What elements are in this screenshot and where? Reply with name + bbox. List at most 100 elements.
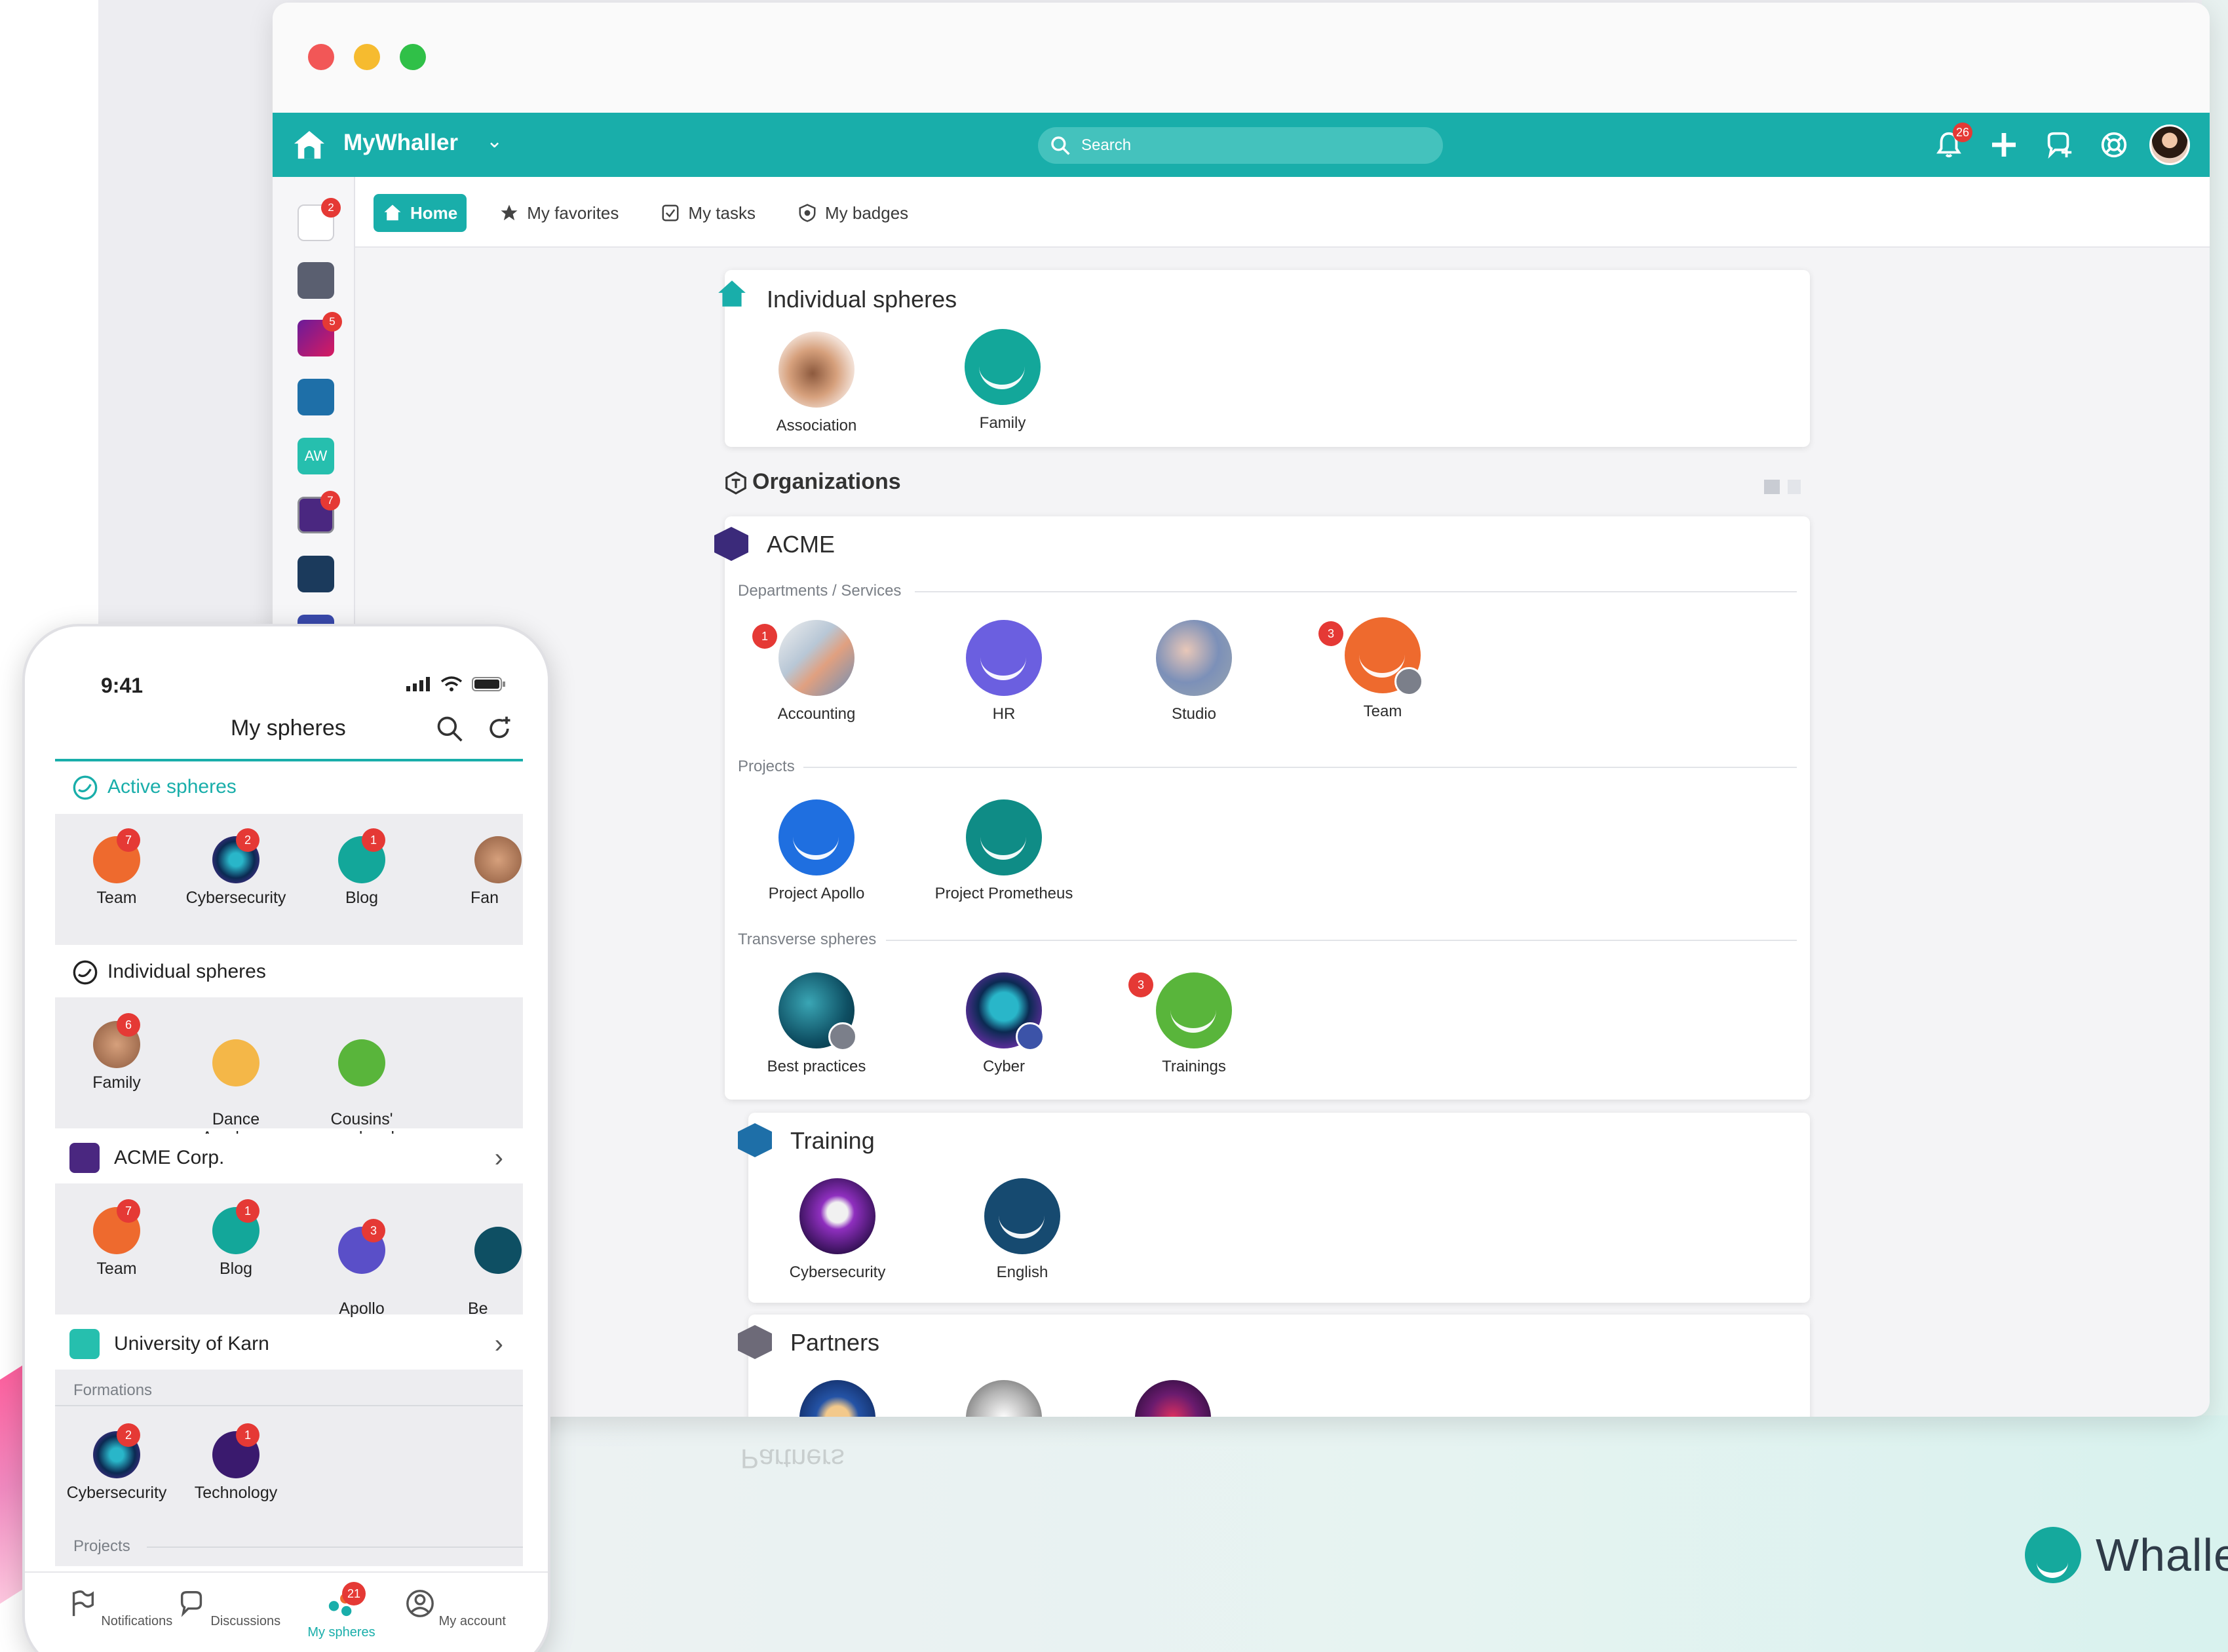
minimize-window-button[interactable]: [354, 44, 380, 70]
tab-favorites[interactable]: My favorites: [490, 194, 628, 232]
acme-org-card: ACME Departments / Services 1 Accounting…: [714, 516, 1810, 1100]
user-avatar[interactable]: [2149, 125, 2190, 165]
phone-acme-blog[interactable]: 1 Blog: [177, 1199, 295, 1278]
nav-notifications[interactable]: Notifications: [64, 1588, 176, 1629]
active-spheres-title: Active spheres: [107, 776, 237, 797]
chevron-right-icon[interactable]: ›: [495, 1143, 503, 1173]
whaller-logo: Whalle: [2025, 1527, 2228, 1583]
house-sphere-icon: [718, 280, 746, 307]
sphere-hr[interactable]: HR: [925, 620, 1083, 723]
wifi-icon: [440, 676, 463, 691]
sphere-cyber[interactable]: Cyber: [925, 972, 1083, 1076]
search-icon[interactable]: [435, 714, 464, 743]
phone-sphere-cousins-weekend[interactable]: Cousins' weekend: [303, 1021, 421, 1147]
org-row-acme[interactable]: ACME Corp. ›: [55, 1134, 523, 1182]
rail-sphere-2[interactable]: 5: [298, 312, 342, 356]
sphere-label: Cybersecurity: [789, 1263, 886, 1281]
search-bar[interactable]: [1038, 127, 1443, 164]
university-logo-icon: [69, 1329, 100, 1359]
nav-discussions[interactable]: Discussions: [173, 1588, 284, 1629]
sphere-partner-1[interactable]: [759, 1380, 916, 1417]
bell-icon[interactable]: 26: [1929, 123, 1972, 164]
sphere-badge: 1: [236, 1423, 259, 1447]
phone-acme-team[interactable]: 7 Team: [58, 1199, 176, 1278]
acme-name[interactable]: ACME: [767, 531, 835, 558]
rail-sphere-acme[interactable]: 7: [298, 491, 340, 533]
chevron-right-icon[interactable]: ›: [495, 1330, 503, 1359]
sphere-partner-2[interactable]: [925, 1380, 1083, 1417]
individual-spheres-card: Individual spheres Association Family: [718, 270, 1810, 447]
phone-sphere-team[interactable]: 7 Team: [58, 828, 176, 908]
tab-tasks[interactable]: My tasks: [651, 194, 765, 232]
sphere-team[interactable]: 3 Team: [1304, 617, 1461, 721]
maximize-window-button[interactable]: [400, 44, 426, 70]
sphere-english[interactable]: English: [944, 1178, 1101, 1282]
status-time: 9:41: [101, 674, 144, 697]
section-projects: Projects: [738, 758, 795, 775]
search-input[interactable]: [1081, 136, 1422, 155]
plus-icon[interactable]: [1984, 125, 2024, 164]
rail-sphere-globe[interactable]: [298, 379, 334, 415]
phone-sphere-cybersecurity[interactable]: 2 Cybersecurity: [177, 828, 295, 908]
sphere-partner-3[interactable]: [1094, 1380, 1252, 1417]
sphere-badge: 3: [1128, 972, 1153, 997]
new-discussion-icon[interactable]: [2039, 125, 2079, 164]
rail-discussions[interactable]: 2: [298, 198, 341, 241]
chevron-down-icon[interactable]: ⌄: [486, 130, 503, 153]
sphere-avatar: [778, 620, 855, 696]
rail-sphere-3[interactable]: [298, 556, 334, 592]
sphere-project-prometheus[interactable]: Project Prometheus: [925, 799, 1083, 903]
refresh-sphere-icon[interactable]: [485, 714, 514, 743]
phone-formation-technology[interactable]: 1 Technology: [177, 1423, 295, 1503]
window-titlebar: [273, 3, 2210, 113]
sphere-project-apollo[interactable]: Project Apollo: [738, 799, 895, 903]
phone-sphere-blog[interactable]: 1 Blog: [303, 828, 421, 908]
tab-label: My badges: [824, 202, 909, 223]
home-icon[interactable]: [292, 130, 326, 160]
workspace-name[interactable]: MyWhaller: [343, 130, 458, 156]
phone-formation-cybersecurity[interactable]: 2 Cybersecurity: [58, 1423, 176, 1503]
phone-sphere-family[interactable]: 6 Family: [58, 1013, 176, 1092]
sphere-accounting[interactable]: 1 Accounting: [738, 620, 895, 723]
org-row-university[interactable]: University of Karn ›: [55, 1320, 523, 1368]
nav-my-spheres[interactable]: 21 My spheres: [286, 1582, 397, 1640]
partners-name[interactable]: Partners: [790, 1329, 879, 1356]
active-spheres-icon: [73, 775, 98, 800]
sphere-avatar: [778, 332, 855, 408]
account-icon: [406, 1590, 434, 1617]
sphere-association[interactable]: Association: [738, 332, 895, 435]
sphere-label: Blog: [345, 889, 379, 907]
sphere-avatar: [799, 1380, 875, 1417]
tab-home[interactable]: Home: [374, 194, 467, 232]
phone-individual-title: Individual spheres: [107, 961, 266, 982]
training-name[interactable]: Training: [790, 1127, 875, 1155]
door-icon: [828, 1022, 857, 1051]
sphere-label: Best practices: [767, 1058, 866, 1075]
training-logo-icon: [738, 1123, 772, 1157]
tab-badges[interactable]: My badges: [788, 194, 917, 232]
phone-sphere-dance-academy[interactable]: Dance Academy: [177, 1021, 295, 1147]
individual-spheres-title: Individual spheres: [767, 286, 957, 313]
sphere-studio[interactable]: Studio: [1115, 620, 1273, 723]
notifications-badge: 26: [1953, 123, 1972, 142]
nav-label: My spheres: [307, 1625, 375, 1640]
tab-label: My favorites: [527, 202, 619, 223]
help-lifebuoy-icon[interactable]: [2094, 125, 2134, 164]
divider: [803, 767, 1797, 768]
nav-my-account[interactable]: My account: [400, 1588, 511, 1629]
view-toggle-icon[interactable]: [1764, 478, 1803, 495]
rail-sphere-1[interactable]: [298, 262, 334, 299]
phone-sphere-fan[interactable]: Fan: [448, 836, 527, 908]
phone-header-rule: [55, 759, 523, 761]
org-name: University of Karn: [114, 1333, 269, 1354]
rail-sphere-aw[interactable]: AW: [298, 438, 334, 474]
sphere-training-cybersecurity[interactable]: Cybersecurity: [759, 1178, 916, 1282]
sphere-avatar: [1156, 620, 1232, 696]
sphere-best-practices[interactable]: Best practices: [738, 972, 895, 1076]
phone-acme-best-practices[interactable]: Be Prac: [448, 1207, 527, 1338]
sphere-trainings[interactable]: 3 Trainings: [1115, 972, 1273, 1076]
close-window-button[interactable]: [308, 44, 334, 70]
nav-label: Discussions: [210, 1614, 281, 1628]
phone-acme-apollo[interactable]: 3 Apollo project: [303, 1207, 421, 1338]
sphere-family[interactable]: Family: [924, 329, 1081, 432]
